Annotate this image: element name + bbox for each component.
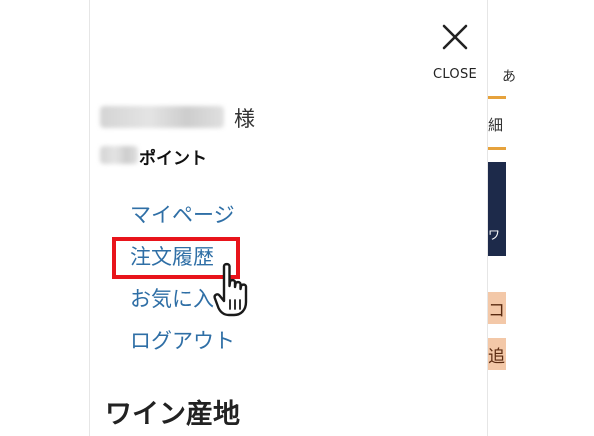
points-label: ポイント	[139, 149, 207, 169]
close-label: CLOSE	[432, 67, 478, 82]
redacted-user-name	[100, 106, 224, 128]
background-tag-text: 追	[488, 347, 505, 367]
honorific-label: 様	[234, 107, 255, 131]
redacted-points-value	[100, 146, 138, 164]
background-banner-text: ワ	[488, 228, 501, 242]
section-heading-wine-regions: ワイン産地	[105, 399, 240, 430]
background-page: あ 細 ワ コ 追	[488, 0, 594, 436]
background-tag-text: コ	[488, 301, 505, 321]
hand-pointer-icon	[213, 262, 248, 317]
close-button[interactable]: CLOSE	[426, 22, 486, 88]
close-icon	[442, 24, 468, 50]
nav-item-logout[interactable]: ログアウト	[130, 324, 235, 366]
background-tab-text: あ	[502, 69, 516, 85]
nav-item-mypage[interactable]: マイページ	[130, 198, 235, 240]
side-drawer: CLOSE 様 ポイント マイページ 注文履歴 お気に入 ログアウト ワイン産地	[89, 0, 488, 436]
background-band-text: 細	[488, 116, 504, 134]
